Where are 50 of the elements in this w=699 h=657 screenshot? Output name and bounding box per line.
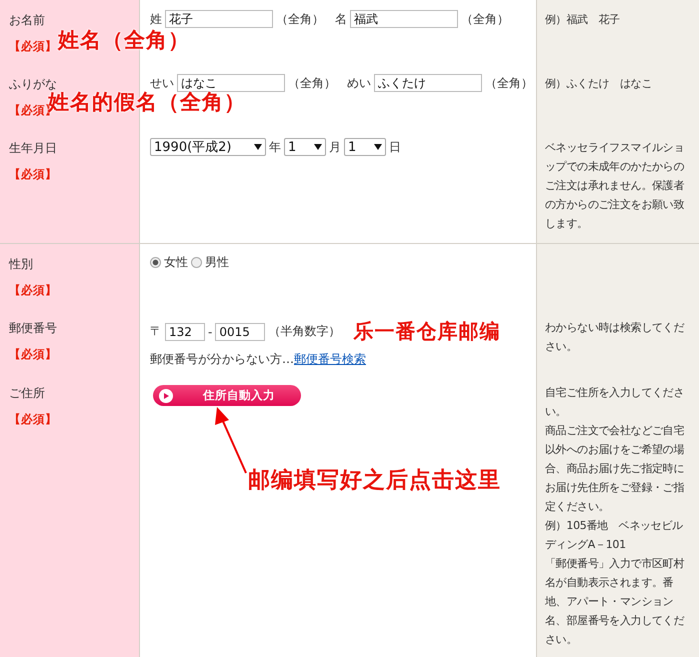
required-tag: 【必須】 <box>9 347 57 362</box>
help-text: 「郵便番号」入力で市区町村名が自動表示されます。番地、アパート・マンション名、部屋番号を入力してください。 <box>545 556 686 648</box>
date-unit: 年 <box>269 138 281 156</box>
name-label: 名 <box>335 10 347 28</box>
input-field[interactable]: はなこ <box>177 74 285 92</box>
dropdown[interactable]: 1990(平成2) <box>150 138 266 156</box>
required-tag: 【必須】 <box>9 412 57 427</box>
separator-text: - <box>208 324 212 338</box>
annotation-text: 邮编填写好之后点击这里 <box>248 466 501 495</box>
help-text: 例）福武 花子 <box>545 12 621 28</box>
field-label: 生年月日 <box>9 140 57 157</box>
help-text: わからない時は検索してください。 <box>545 320 686 355</box>
date-unit: 月 <box>329 138 341 156</box>
field-label: 性別 <box>9 256 33 273</box>
postal-mark: 〒 <box>150 323 162 340</box>
name-label: めい <box>347 74 371 92</box>
annotation-text: 姓名（全角） <box>58 27 190 54</box>
width-hint: （全角） <box>461 10 509 28</box>
field-label: お名前 <box>9 12 45 29</box>
width-hint: （全角） <box>485 74 533 92</box>
width-hint: （半角数字） <box>268 323 340 340</box>
required-tag: 【必須】 <box>9 39 57 54</box>
name-label: せい <box>150 74 174 92</box>
auto-fill-button[interactable]: 住所自動入力 <box>153 385 301 406</box>
field-label: ふりがな <box>9 76 57 92</box>
input-field[interactable]: 132 <box>165 322 205 340</box>
field-label: ご住所 <box>9 385 45 402</box>
date-unit: 日 <box>389 138 401 156</box>
help-text: ベネッセライフスマイルショップでの未成年のかたからのご注文は承れません。保護者の方からのご注文をお願い致します。 <box>545 140 686 232</box>
required-tag: 【必須】 <box>9 167 57 182</box>
dropdown[interactable]: 1 <box>284 138 326 156</box>
postal-search-link[interactable]: 郵便番号検索 <box>294 352 366 366</box>
name-label: 姓 <box>150 10 162 28</box>
radio-label: 女性 <box>164 254 188 271</box>
radio-label: 男性 <box>205 254 229 271</box>
field-label: 郵便番号 <box>9 320 57 337</box>
help-text: 自宅ご住所を入力してください。 <box>545 385 686 420</box>
input-field[interactable]: 0015 <box>215 322 266 340</box>
input-field[interactable]: ふくたけ <box>374 74 482 92</box>
help-text: 商品ご注文で会社などご自宅以外へのお届けをご希望の場合、商品お届け先ご指定時にお届け先住所をご登録・ご指定ください。 <box>545 423 686 515</box>
input-field[interactable]: 花子 <box>165 10 273 28</box>
width-hint: （全角） <box>288 74 336 92</box>
help-text: 例）ふくたけ はなこ <box>545 76 654 92</box>
required-tag: 【必須】 <box>9 283 57 298</box>
lookup-note: 郵便番号が分からない方… <box>150 352 294 366</box>
dropdown[interactable]: 1 <box>344 138 386 156</box>
help-text: 例）105番地 ベネッセビルディングA－101 <box>545 518 684 553</box>
width-hint: （全角） <box>276 10 324 28</box>
annotation-text: 乐一番仓库邮编 <box>353 318 500 345</box>
input-field[interactable]: 福武 <box>350 10 458 28</box>
